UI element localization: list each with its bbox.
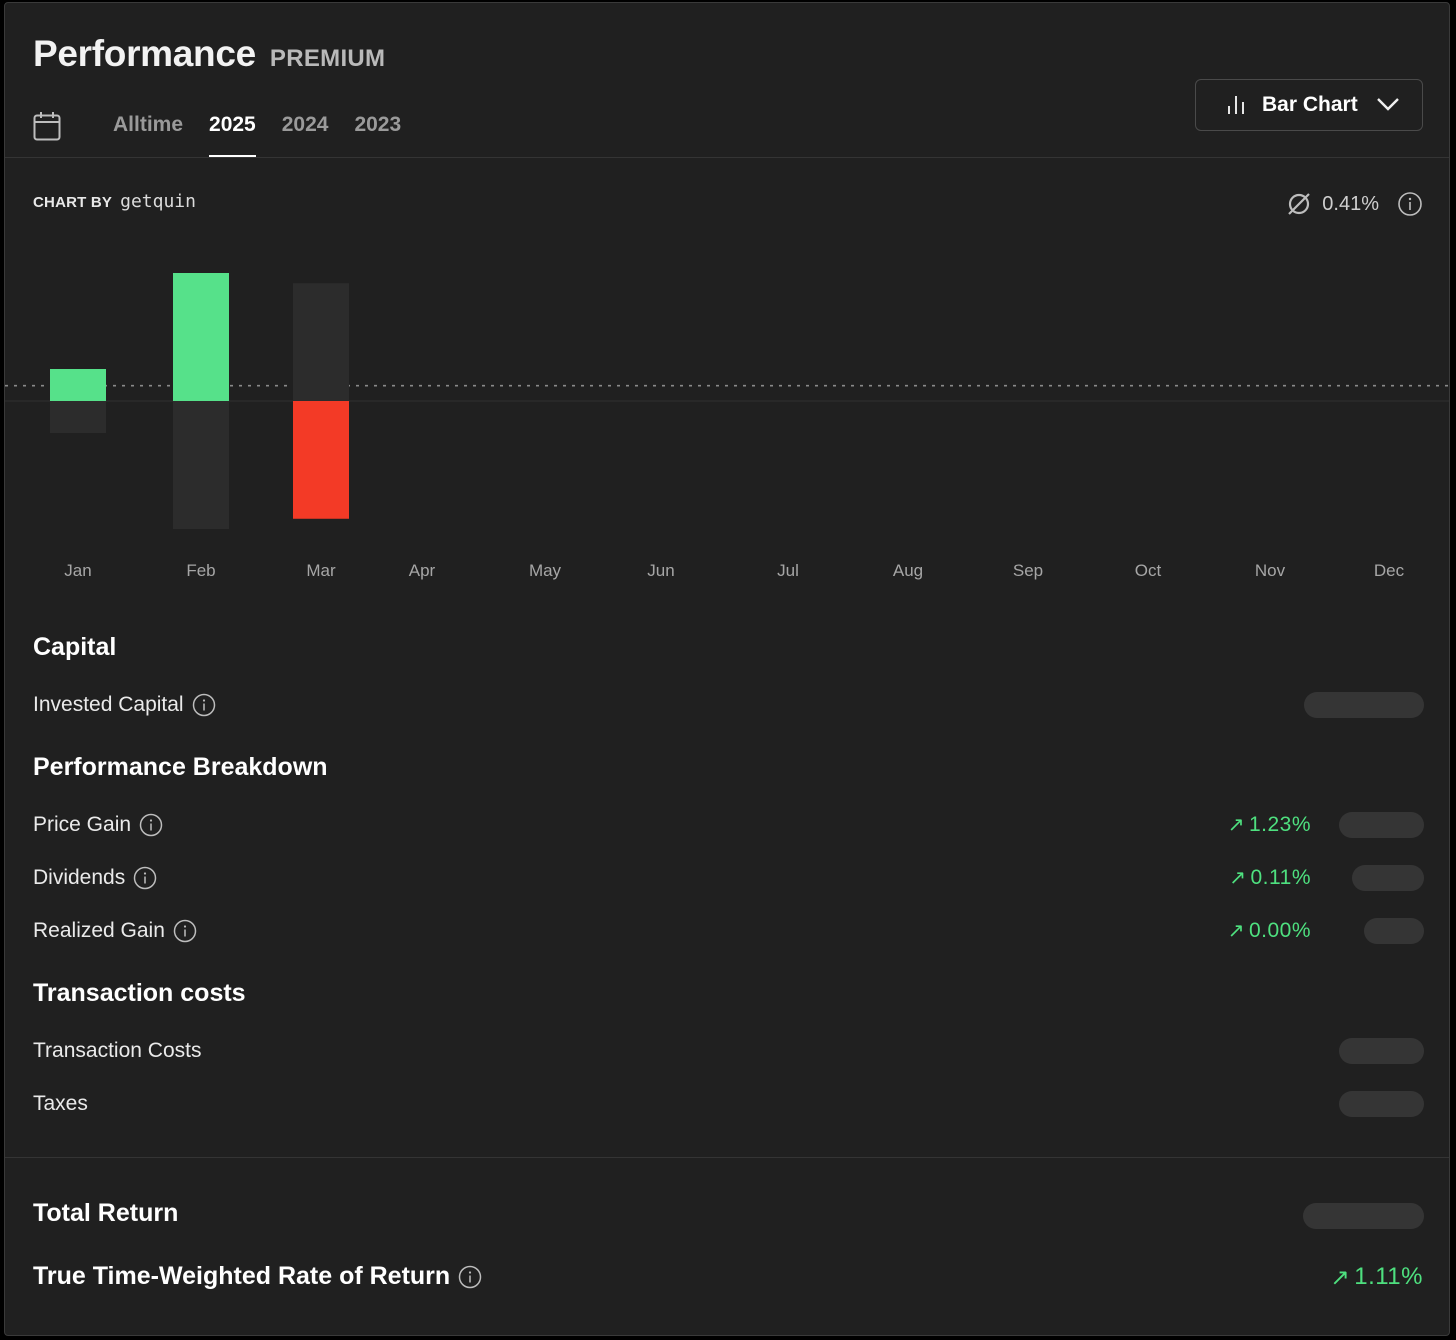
x-tick-jul: Jul (777, 561, 799, 580)
total-return-row: Total Return (33, 1199, 178, 1228)
bar-chart-icon (1228, 96, 1244, 114)
x-tick-may: May (529, 561, 562, 580)
taxes-label: Taxes (33, 1092, 88, 1115)
realized-gain-row: Realized Gain (33, 919, 197, 943)
info-icon[interactable] (458, 1265, 482, 1289)
ttwror-label: True Time-Weighted Rate of Return (33, 1262, 451, 1290)
price-gain-row: Price Gain (33, 813, 163, 837)
chart-attribution: CHART BY getquin (33, 191, 196, 212)
info-icon[interactable] (1397, 191, 1423, 217)
info-icon[interactable] (133, 866, 157, 890)
tab-2023[interactable]: 2023 (354, 101, 401, 145)
performance-breakdown-title: Performance Breakdown (33, 753, 328, 781)
range-bar-jan (50, 401, 106, 433)
chart-type-label: Bar Chart (1262, 93, 1358, 116)
capital-title: Capital (33, 633, 117, 661)
dividends-row: Dividends (33, 866, 157, 890)
average-icon (1288, 193, 1311, 215)
average-return: 0.41% (1286, 191, 1423, 217)
dividends-percent: ↗ 0.11% (1229, 865, 1311, 890)
info-icon[interactable] (173, 919, 197, 943)
ttwror-row: True Time-Weighted Rate of Return (33, 1262, 482, 1291)
taxes-value-hidden (1339, 1091, 1424, 1117)
chevron-down-icon (1377, 98, 1399, 111)
transaction-costs-row: Transaction Costs (33, 1039, 201, 1063)
chart-type-dropdown[interactable]: Bar Chart (1195, 79, 1423, 131)
period-tabs: Alltime 2025 2024 2023 (33, 101, 427, 159)
taxes-row: Taxes (33, 1092, 88, 1116)
tab-divider (5, 157, 1449, 158)
dividends-value-hidden (1352, 865, 1424, 891)
range-bar-feb (173, 401, 229, 529)
trend-up-arrow-icon: ↗ (1229, 867, 1247, 889)
range-bar-mar (293, 283, 349, 401)
header: Performance PREMIUM (33, 33, 385, 75)
x-tick-nov: Nov (1255, 561, 1286, 580)
price-gain-value-hidden (1339, 812, 1424, 838)
dividends-label: Dividends (33, 866, 126, 889)
x-tick-feb: Feb (186, 561, 215, 580)
info-icon[interactable] (192, 693, 216, 717)
bar-jan[interactable] (50, 369, 106, 401)
x-tick-mar: Mar (306, 561, 336, 580)
x-tick-dec: Dec (1374, 561, 1405, 580)
section-divider (5, 1157, 1449, 1158)
performance-panel: Performance PREMIUM Alltime 2025 2024 20… (4, 2, 1450, 1336)
total-return-value-hidden (1303, 1203, 1424, 1229)
premium-badge: PREMIUM (269, 45, 386, 72)
bar-feb[interactable] (173, 273, 229, 401)
realized-gain-value-hidden (1364, 918, 1424, 944)
x-tick-oct: Oct (1135, 561, 1162, 580)
tab-2025[interactable]: 2025 (209, 101, 256, 157)
price-gain-label: Price Gain (33, 813, 132, 836)
trend-up-arrow-icon: ↗ (1227, 814, 1245, 836)
chart-by-label: CHART BY (33, 194, 113, 211)
tab-2024[interactable]: 2024 (282, 101, 329, 145)
page-title: Performance (33, 33, 256, 74)
price-gain-percent: ↗ 1.23% (1227, 812, 1311, 837)
invested-capital-label: Invested Capital (33, 693, 184, 716)
ttwror-percent: ↗ 1.11% (1330, 1263, 1423, 1290)
invested-capital-value-hidden (1304, 692, 1424, 718)
calendar-icon[interactable] (33, 111, 61, 141)
transaction-costs-title: Transaction costs (33, 979, 246, 1007)
x-tick-jan: Jan (64, 561, 91, 580)
tab-alltime[interactable]: Alltime (113, 101, 183, 145)
transaction-costs-label: Transaction Costs (33, 1039, 202, 1062)
invested-capital-row: Invested Capital (33, 693, 216, 717)
trend-up-arrow-icon: ↗ (1330, 1263, 1351, 1290)
realized-gain-label: Realized Gain (33, 919, 165, 942)
average-value: 0.41% (1322, 192, 1379, 215)
total-return-label: Total Return (33, 1199, 179, 1227)
bar-mar[interactable] (293, 401, 349, 519)
info-icon[interactable] (139, 813, 163, 837)
x-tick-apr: Apr (409, 561, 436, 580)
trend-up-arrow-icon: ↗ (1227, 920, 1245, 942)
monthly-performance-chart: Jan Feb Mar Apr May Jun Jul Aug Sep Oct Nov Dec (5, 273, 1449, 580)
x-tick-aug: Aug (893, 561, 923, 580)
chart-by-brand: getquin (120, 191, 196, 212)
x-tick-sep: Sep (1013, 561, 1043, 580)
realized-gain-percent: ↗ 0.00% (1227, 918, 1311, 943)
transaction-costs-value-hidden (1339, 1038, 1424, 1064)
x-tick-jun: Jun (647, 561, 674, 580)
